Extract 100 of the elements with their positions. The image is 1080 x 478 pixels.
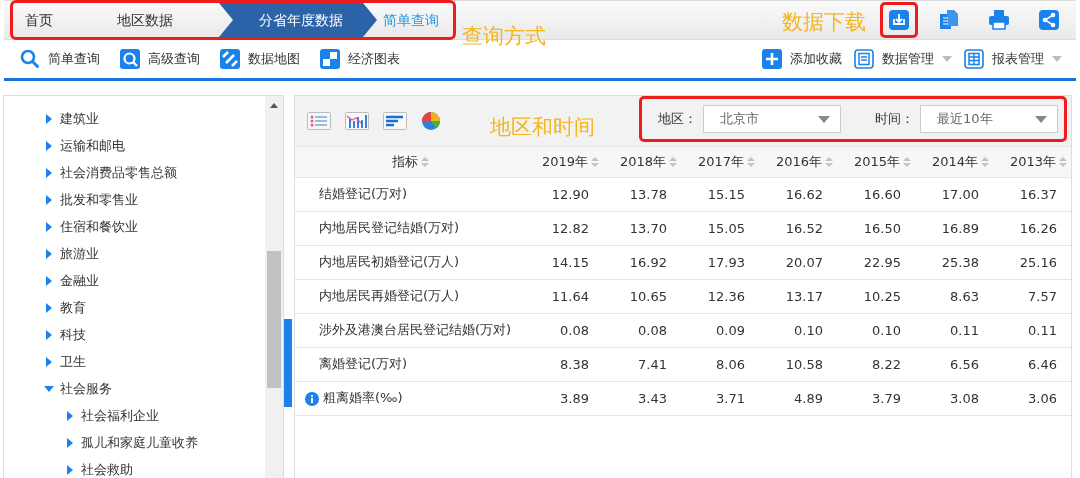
tree-item[interactable]: 社会消费品零售总额 — [4, 159, 198, 186]
table-cell: 7.57 — [993, 279, 1071, 313]
download-icon — [888, 9, 910, 31]
tree-item[interactable]: 批发和零售业 — [4, 186, 198, 213]
table-cell: 3.79 — [837, 381, 915, 415]
table-cell: 10.65 — [603, 279, 681, 313]
table-cell: 10.25 — [837, 279, 915, 313]
dropdown-menu[interactable]: 报表管理 — [964, 49, 1062, 69]
search-icon — [120, 49, 140, 69]
column-header[interactable]: 2019年 — [525, 147, 603, 177]
search-icon — [20, 49, 40, 69]
splitter-handle[interactable] — [284, 319, 292, 407]
info-icon[interactable] — [305, 391, 319, 406]
pie-chart-icon[interactable] — [421, 111, 441, 131]
table-cell: 16.89 — [915, 211, 993, 245]
tree-item[interactable]: 旅游业 — [4, 240, 198, 267]
list-view-icon[interactable] — [307, 112, 331, 130]
plus-icon — [762, 49, 782, 69]
squares-icon — [320, 49, 340, 69]
table-cell: 4.89 — [759, 381, 837, 415]
table-cell: 3.71 — [681, 381, 759, 415]
tree-item[interactable]: 科技 — [4, 321, 198, 348]
list-icon — [854, 49, 874, 69]
tree-item[interactable]: 社会救助 — [4, 456, 198, 478]
horizontal-bars-icon[interactable] — [383, 112, 407, 130]
table-cell: 3.08 — [915, 381, 993, 415]
column-header[interactable]: 2014年 — [915, 147, 993, 177]
table-cell: 12.90 — [525, 177, 603, 211]
table-cell: 14.15 — [525, 245, 603, 279]
table-cell: 3.43 — [603, 381, 681, 415]
table-cell: 3.06 — [993, 381, 1071, 415]
table-cell: 8.22 — [837, 347, 915, 381]
filter-label: 地区： — [658, 110, 697, 128]
table-cell: 15.05 — [681, 211, 759, 245]
tree-item[interactable]: 教育 — [4, 294, 198, 321]
table-cell: 15.15 — [681, 177, 759, 211]
dropdown-menu[interactable]: 数据管理 — [854, 49, 952, 69]
printer-icon — [988, 9, 1010, 31]
table-cell: 16.37 — [993, 177, 1071, 211]
query-mode-tab[interactable]: 高级查询 — [120, 49, 200, 69]
table-cell: 12.82 — [525, 211, 603, 245]
column-header[interactable]: 2013年 — [993, 147, 1071, 177]
table-cell: 20.07 — [759, 245, 837, 279]
breadcrumb-link[interactable]: 首页 — [15, 3, 77, 37]
table-cell: 22.95 — [837, 245, 915, 279]
column-header[interactable]: 2017年 — [681, 147, 759, 177]
tree-item[interactable]: 社会福利企业 — [4, 402, 198, 429]
table-cell: 涉外及港澳台居民登记结婚(万对) — [319, 322, 512, 337]
table-cell: 0.11 — [915, 313, 993, 347]
share-icon — [1038, 9, 1060, 31]
scrollbar[interactable] — [265, 96, 283, 478]
table-cell: 13.78 — [603, 177, 681, 211]
table-cell: 粗离婚率(‰) — [323, 390, 403, 405]
query-mode-tab[interactable]: 简单查询 — [20, 49, 100, 69]
table-cell: 16.50 — [837, 211, 915, 245]
tree-item[interactable]: 运输和邮电 — [4, 132, 198, 159]
dropdown-field[interactable]: 最近10年 — [920, 105, 1058, 133]
table-cell: 6.46 — [993, 347, 1071, 381]
tree-item[interactable]: 卫生 — [4, 348, 198, 375]
toolbar-button[interactable] — [880, 2, 918, 38]
tree-item[interactable]: 金融业 — [4, 267, 198, 294]
bar-chart-icon[interactable] — [345, 112, 369, 130]
tree-item[interactable]: 住宿和餐饮业 — [4, 213, 198, 240]
table-cell: 离婚登记(万对) — [319, 356, 408, 371]
add-favorite-button[interactable]: 添加收藏 — [762, 49, 842, 69]
table-cell: 25.16 — [993, 245, 1071, 279]
filter-label: 时间： — [875, 110, 914, 128]
breadcrumb-link[interactable]: 地区数据 — [77, 3, 219, 37]
query-mode-tab[interactable]: 数据地图 — [220, 49, 300, 69]
table-cell: 内地居民登记结婚(万对) — [319, 220, 460, 235]
tree-item[interactable]: 建筑业 — [4, 105, 198, 132]
tree-item[interactable]: 孤儿和家庭儿童收养 — [4, 429, 198, 456]
query-mode-tab[interactable]: 经济图表 — [320, 49, 400, 69]
table-cell: 13.17 — [759, 279, 837, 313]
table-cell: 内地居民初婚登记(万人) — [319, 254, 460, 269]
table-cell: 11.64 — [525, 279, 603, 313]
table-cell: 10.58 — [759, 347, 837, 381]
table-cell: 0.10 — [759, 313, 837, 347]
annotation-label: 数据下载 — [782, 9, 866, 36]
column-header[interactable]: 2016年 — [759, 147, 837, 177]
table-cell: 16.60 — [837, 177, 915, 211]
table-cell: 8.63 — [915, 279, 993, 313]
table-cell: 16.52 — [759, 211, 837, 245]
table-cell: 8.06 — [681, 347, 759, 381]
table-cell: 13.70 — [603, 211, 681, 245]
table-cell: 结婚登记(万对) — [319, 186, 408, 201]
table-cell: 12.36 — [681, 279, 759, 313]
column-header[interactable]: 2018年 — [603, 147, 681, 177]
dropdown-field[interactable]: 北京市 — [703, 105, 841, 133]
table-cell: 6.56 — [915, 347, 993, 381]
annotation-label: 查询方式 — [462, 23, 546, 50]
tree-item[interactable]: 社会服务 — [4, 375, 198, 402]
annotation-label: 地区和时间 — [490, 114, 595, 141]
table-cell: 17.00 — [915, 177, 993, 211]
table-cell: 0.09 — [681, 313, 759, 347]
column-header[interactable]: 指标 — [295, 147, 525, 177]
table-cell: 0.11 — [993, 313, 1071, 347]
breadcrumb-current[interactable]: 分省年度数据 — [219, 3, 377, 37]
column-header[interactable]: 2015年 — [837, 147, 915, 177]
table-cell: 0.10 — [837, 313, 915, 347]
